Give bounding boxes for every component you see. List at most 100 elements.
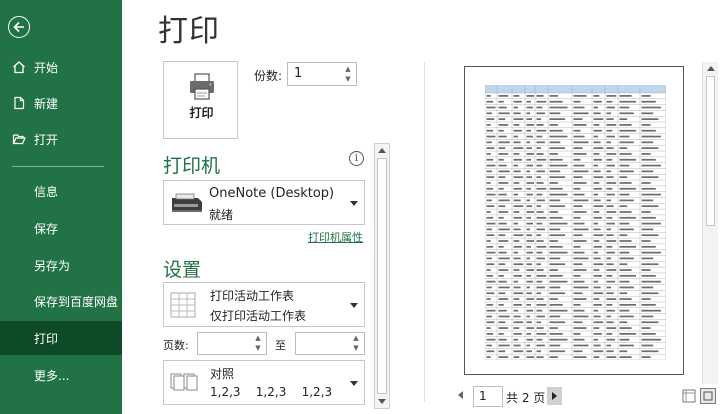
preview-cell-ink — [549, 228, 561, 231]
spin-down-icon[interactable]: ▼ — [343, 75, 353, 84]
sidebar-item-label: 打开 — [34, 132, 59, 147]
back-button[interactable] — [8, 16, 30, 38]
preview-cell-ink — [573, 135, 585, 138]
preview-cell-ink — [498, 158, 504, 161]
preview-cell-ink — [498, 228, 510, 231]
preview-cell-ink — [593, 315, 601, 318]
preview-cell-ink — [498, 269, 509, 271]
preview-cell-ink — [536, 234, 542, 237]
preview-cell-ink — [498, 193, 507, 196]
preview-cell-ink — [593, 193, 599, 196]
spin-down-icon[interactable]: ▼ — [253, 344, 263, 353]
sidebar-item-save-as[interactable]: 另存为 — [0, 248, 122, 282]
preview-cell-ink — [606, 240, 617, 242]
sidebar-item-print[interactable]: 打印 — [0, 321, 122, 355]
printer-properties-link[interactable]: 打印机属性 — [308, 229, 363, 245]
preview-cell-ink — [486, 321, 495, 324]
info-icon[interactable]: i — [349, 151, 364, 166]
preview-cell-ink — [513, 187, 522, 190]
preview-cell-ink — [619, 315, 634, 318]
preview-cell-ink — [526, 112, 530, 115]
sidebar-item-more[interactable]: 更多... — [0, 358, 122, 392]
preview-cell-ink — [606, 327, 617, 329]
pages-to-input[interactable]: ▲ ▼ — [295, 332, 365, 355]
preview-cell-ink — [513, 234, 524, 237]
preview-cell-ink — [486, 124, 491, 126]
preview-cell-ink — [549, 124, 558, 126]
sidebar-item-info[interactable]: 信息 — [0, 174, 122, 208]
preview-cell-ink — [593, 240, 600, 242]
printer-dropdown[interactable]: OneNote (Desktop) 就绪 — [163, 180, 365, 225]
preview-cell-ink — [536, 205, 542, 208]
scroll-up-icon[interactable] — [378, 148, 386, 153]
settings-scrollbar[interactable] — [374, 143, 390, 409]
preview-cell-ink — [498, 234, 506, 237]
spin-up-icon[interactable]: ▲ — [343, 65, 353, 74]
sidebar-item-open[interactable]: 打开 — [0, 122, 122, 156]
preview-cell-ink — [593, 118, 604, 120]
preview-cell-ink — [641, 344, 654, 347]
preview-cell-ink — [606, 228, 612, 231]
preview-cell-ink — [573, 286, 589, 289]
print-panel: 打印 打印 份数: 1 ▲ ▼ 打印机 i OneNote (Desktop) … — [122, 0, 720, 414]
sidebar-item-save[interactable]: 保存 — [0, 211, 122, 245]
preview-cell-ink — [593, 280, 599, 283]
pages-from-input[interactable]: ▲ ▼ — [197, 332, 267, 355]
preview-cell-ink — [513, 327, 520, 329]
preview-cell-ink — [526, 187, 531, 190]
preview-cell-ink — [549, 153, 558, 155]
preview-cell-ink — [486, 251, 496, 254]
collate-pages-icon — [170, 373, 198, 391]
zoom-to-page-icon[interactable] — [700, 388, 716, 404]
preview-cell-ink — [486, 263, 495, 266]
sidebar-item-new[interactable]: 新建 — [0, 86, 122, 120]
preview-cell-ink — [498, 327, 509, 329]
preview-cell-ink — [526, 158, 531, 161]
preview-cell-ink — [549, 176, 566, 179]
preview-cell-ink — [498, 251, 507, 254]
scrollbar-thumb[interactable] — [377, 158, 387, 394]
preview-cell-ink — [606, 251, 615, 254]
spin-up-icon[interactable]: ▲ — [253, 334, 263, 343]
preview-cell-ink — [549, 333, 563, 335]
preview-cell-ink — [498, 153, 509, 155]
preview-scrollbar[interactable] — [702, 62, 718, 384]
sidebar-item-label: 打印 — [34, 331, 59, 346]
sidebar-divider — [12, 166, 104, 167]
preview-cell-ink — [573, 315, 589, 318]
sidebar-item-save-to-baidu[interactable]: 保存到百度网盘 — [0, 284, 122, 318]
current-page-input[interactable]: 1 — [473, 386, 503, 407]
preview-cell-ink — [593, 245, 602, 248]
previous-page-icon[interactable] — [458, 391, 463, 399]
scrollbar-thumb[interactable] — [706, 76, 715, 226]
preview-cell-ink — [486, 286, 492, 289]
preview-cell-ink — [619, 269, 632, 271]
preview-cell-ink — [573, 112, 589, 115]
preview-cell-ink — [486, 147, 495, 150]
spin-up-icon[interactable]: ▲ — [351, 334, 361, 343]
show-margins-icon[interactable] — [682, 389, 696, 403]
preview-cell-ink — [606, 309, 615, 312]
chevron-down-icon — [350, 201, 358, 206]
sidebar-item-home[interactable]: 开始 — [0, 50, 122, 84]
preview-cell-ink — [573, 263, 583, 266]
preview-cell-ink — [619, 205, 628, 208]
preview-cell-ink — [606, 135, 615, 138]
preview-cell-ink — [641, 280, 661, 283]
preview-cell-ink — [513, 216, 522, 219]
preview-cell-ink — [498, 187, 504, 190]
preview-cell-ink — [526, 100, 531, 103]
scroll-down-icon[interactable] — [378, 399, 386, 404]
print-button[interactable]: 打印 — [163, 61, 238, 139]
preview-cell-ink — [486, 274, 494, 277]
preview-cell-ink — [593, 251, 599, 254]
print-scope-dropdown[interactable]: 打印活动工作表 仅打印活动工作表 — [163, 282, 365, 327]
preview-cell-ink — [513, 257, 521, 260]
preview-cell-ink — [513, 292, 524, 295]
preview-cell-ink — [641, 298, 651, 300]
next-page-button[interactable] — [547, 387, 562, 405]
collate-dropdown[interactable]: 对照 1,2,3 1,2,3 1,2,3 — [163, 360, 365, 405]
copies-input[interactable]: 1 ▲ ▼ — [287, 62, 357, 86]
spin-down-icon[interactable]: ▼ — [351, 344, 361, 353]
scroll-up-icon[interactable] — [707, 66, 715, 71]
